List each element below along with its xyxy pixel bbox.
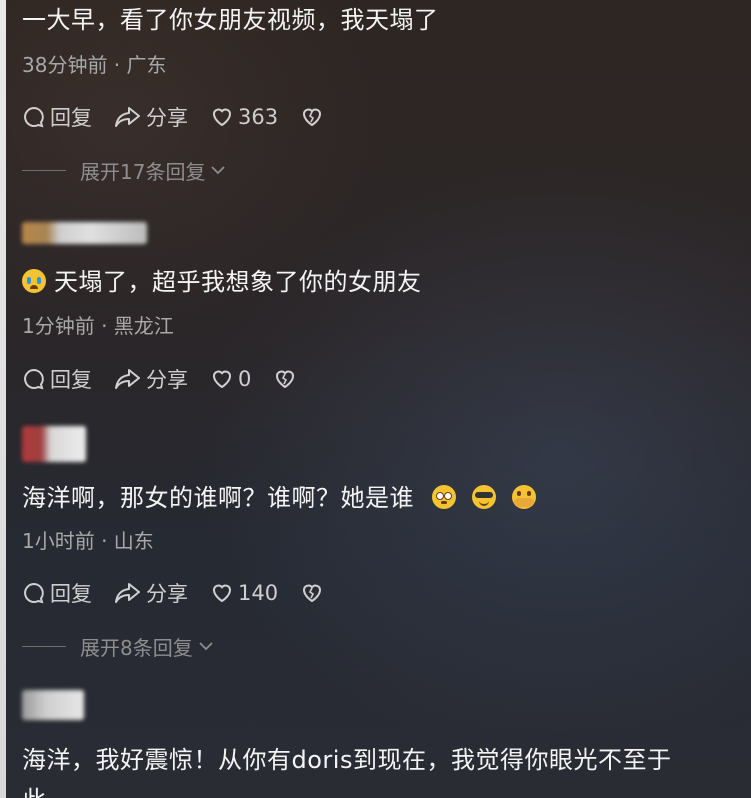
flushed-face-emoji bbox=[432, 485, 457, 509]
comment-text-body: 天塌了，超乎我想象了你的女朋友 bbox=[54, 268, 422, 296]
avatar[interactable] bbox=[22, 426, 86, 462]
avatar[interactable] bbox=[22, 690, 84, 720]
broken-heart-icon bbox=[303, 108, 322, 127]
heart-icon bbox=[212, 108, 232, 127]
like-count: 363 bbox=[238, 105, 279, 129]
chevron-down-icon bbox=[199, 642, 213, 651]
comment-text: 天塌了，超乎我想象了你的女朋友 bbox=[22, 266, 422, 298]
reply-button[interactable]: 回复 bbox=[22, 578, 92, 608]
dislike-button[interactable] bbox=[300, 105, 328, 129]
dislike-button[interactable] bbox=[300, 581, 328, 605]
expand-replies[interactable]: 展开8条回复 bbox=[22, 632, 215, 660]
dislike-button[interactable] bbox=[273, 367, 301, 391]
reply-label: 回复 bbox=[50, 106, 92, 130]
expand-label: 展开8条回复 bbox=[80, 635, 193, 660]
like-button[interactable]: 140 bbox=[210, 581, 278, 605]
comment-meta: 1小时前 · 山东 bbox=[22, 529, 154, 553]
reply-button[interactable]: 回复 bbox=[22, 364, 92, 394]
comment-actions: 回复 分享 0 bbox=[22, 364, 323, 394]
window-left-edge bbox=[0, 0, 6, 798]
share-icon bbox=[115, 107, 140, 127]
comment-text-overflow: 此 bbox=[22, 784, 47, 798]
crying-face-emoji bbox=[22, 269, 46, 293]
divider-line bbox=[22, 169, 66, 171]
expand-label: 展开17条回复 bbox=[80, 159, 206, 184]
share-label: 分享 bbox=[146, 582, 188, 606]
share-button[interactable]: 分享 bbox=[114, 578, 188, 608]
divider-line bbox=[22, 645, 66, 647]
share-label: 分享 bbox=[146, 106, 188, 130]
like-button[interactable]: 363 bbox=[210, 105, 278, 129]
like-count: 140 bbox=[238, 581, 279, 605]
avatar[interactable] bbox=[22, 222, 147, 244]
sunglasses-face-emoji bbox=[472, 485, 497, 509]
comment-actions: 回复 分享 140 bbox=[22, 578, 350, 608]
reply-label: 回复 bbox=[50, 582, 92, 606]
reply-label: 回复 bbox=[50, 368, 92, 392]
comment-text: 一大早，看了你女朋友视频，我天塌了 bbox=[22, 6, 439, 34]
expand-replies[interactable]: 展开17条回复 bbox=[22, 156, 227, 184]
comment-icon bbox=[24, 106, 44, 128]
heart-icon bbox=[212, 584, 232, 603]
comment-icon bbox=[24, 368, 44, 390]
broken-heart-icon bbox=[276, 370, 295, 389]
hands-over-mouth-emoji bbox=[512, 485, 537, 509]
comment-text: 海洋啊，那女的谁啊？谁啊？她是谁 bbox=[22, 482, 544, 514]
share-label: 分享 bbox=[146, 368, 188, 392]
like-count: 0 bbox=[238, 367, 252, 391]
comment-meta: 1分钟前 · 黑龙江 bbox=[22, 314, 174, 338]
heart-icon bbox=[212, 370, 232, 389]
comment-text-body: 海洋啊，那女的谁啊？谁啊？她是谁 bbox=[22, 484, 414, 512]
share-button[interactable]: 分享 bbox=[114, 102, 188, 132]
broken-heart-icon bbox=[303, 584, 322, 603]
share-icon bbox=[115, 369, 140, 389]
chevron-down-icon bbox=[211, 166, 226, 175]
like-button[interactable]: 0 bbox=[210, 367, 251, 391]
share-icon bbox=[115, 583, 140, 603]
comment-text: 海洋，我好震惊！从你有doris到现在，我觉得你眼光不至于 bbox=[22, 746, 672, 774]
comment-meta: 38分钟前 · 广东 bbox=[22, 53, 167, 77]
reply-button[interactable]: 回复 bbox=[22, 102, 92, 132]
share-button[interactable]: 分享 bbox=[114, 364, 188, 394]
comment-icon bbox=[24, 582, 44, 604]
comment-actions: 回复 分享 363 bbox=[22, 102, 350, 132]
